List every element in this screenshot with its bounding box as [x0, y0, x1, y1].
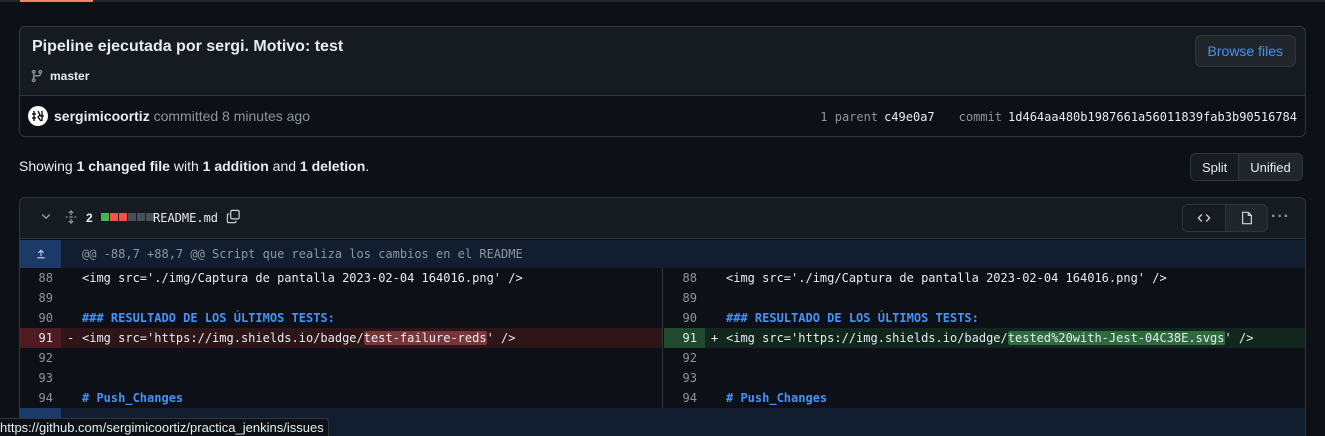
- hunk-header: @@ -88,7 +88,7 @@ Script que realiza los…: [20, 240, 1305, 268]
- chevron-down-icon[interactable]: [40, 210, 52, 225]
- line-number[interactable]: 93: [20, 368, 61, 388]
- line-number[interactable]: 94: [20, 388, 61, 408]
- more-options-icon[interactable]: ···: [1271, 208, 1290, 226]
- top-divider: [0, 0, 1325, 2]
- file-diff: 2 README.md ··· @@ -88,7 +88,7 @@ Script…: [19, 197, 1306, 436]
- git-branch-icon: [31, 69, 43, 83]
- code-view-icon[interactable]: [1183, 205, 1225, 231]
- deleted-word: test-failure-reds: [363, 331, 487, 345]
- hunk-text: @@ -88,7 +88,7 @@ Script que realiza los…: [82, 247, 523, 261]
- summary-and: and: [268, 158, 300, 174]
- line-number[interactable]: 94: [664, 388, 705, 408]
- diffstat-block: [101, 213, 109, 221]
- line-number[interactable]: 88: [664, 268, 705, 288]
- summary-additions: 1 addition: [202, 158, 269, 174]
- code-line: <img src='https://img.shields.io/badge/t…: [726, 328, 1253, 348]
- diff-row: 91- <img src='https://img.shields.io/badg…: [20, 328, 662, 348]
- code-segment: <img src='https://img.shields.io/badge/: [82, 331, 364, 345]
- summary-changed-files[interactable]: 1 changed file: [77, 158, 170, 174]
- line-number[interactable]: 92: [20, 348, 61, 368]
- code-line: <img src='./img/Captura de pantalla 2023…: [82, 271, 523, 285]
- commit-box: Pipeline ejecutada por sergi. Motivo: te…: [19, 26, 1306, 137]
- author-link[interactable]: sergimicoortiz: [54, 108, 150, 124]
- line-number[interactable]: 90: [20, 308, 61, 328]
- parent-sha-link[interactable]: c49e0a7: [884, 110, 935, 124]
- change-count: 2: [86, 211, 93, 225]
- line-number[interactable]: 89: [20, 288, 61, 308]
- branch-name: master: [50, 69, 90, 83]
- diffstat-block: [119, 213, 127, 221]
- line-number[interactable]: 88: [20, 268, 61, 288]
- branch-label[interactable]: master: [30, 69, 89, 83]
- code-line: <img src='https://img.shields.io/badge/t…: [82, 328, 516, 348]
- avatar[interactable]: [28, 106, 48, 126]
- diff-row: 91 + <img src='https://img.shields.io/badg…: [664, 328, 1305, 348]
- unfold-icon[interactable]: [64, 210, 78, 227]
- rich-diff-file-icon[interactable]: [1225, 205, 1267, 231]
- diffstat-bar: [101, 213, 154, 221]
- commit-meta: sergimicoortiz committed 8 minutes ago 1…: [20, 95, 1305, 136]
- addition-marker: +: [711, 331, 719, 345]
- parent-label: 1 parent: [820, 110, 879, 124]
- split-view-button[interactable]: Split: [1191, 154, 1239, 180]
- code-line: ### RESULTADO DE LOS ÚLTIMOS TESTS:: [726, 311, 979, 325]
- diffstat-block: [137, 213, 145, 221]
- expand-up-icon[interactable]: [20, 240, 61, 268]
- diff-row: 94 # Push_Changes: [20, 388, 662, 408]
- diff-row: 93: [664, 368, 1305, 388]
- diffstat-block: [128, 213, 136, 221]
- code-segment: ' />: [486, 331, 516, 345]
- added-word: tested%20with-Jest-04C38E.svgs: [1007, 331, 1225, 345]
- diff-row: 89: [20, 288, 662, 308]
- commit-ids: 1 parent c49e0a7 commit 1d464aa480b19876…: [820, 110, 1297, 124]
- commit-sha: 1d464aa480b1987661a56011839fab3b90516784: [1008, 110, 1297, 124]
- code-line: ### RESULTADO DE LOS ÚLTIMOS TESTS:: [82, 311, 335, 325]
- diff-row: 88 <img src='./img/Captura de pantalla 20…: [664, 268, 1305, 288]
- copy-icon[interactable]: [226, 209, 241, 227]
- code-line: <img src='./img/Captura de pantalla 2023…: [726, 271, 1167, 285]
- avatar-glyph-icon: [32, 110, 44, 122]
- line-number[interactable]: 89: [664, 288, 705, 308]
- summary-prefix: Showing: [19, 158, 77, 174]
- summary-deletions: 1 deletion: [299, 158, 366, 174]
- commit-title: Pipeline ejecutada por sergi. Motivo: te…: [32, 38, 344, 55]
- diff-view-toggle: Split Unified: [1190, 153, 1303, 181]
- diff-row: 90 ### RESULTADO DE LOS ÚLTIMOS TESTS:: [664, 308, 1305, 328]
- diff-row: 90 ### RESULTADO DE LOS ÚLTIMOS TESTS:: [20, 308, 662, 328]
- diff-left-pane: 88 <img src='./img/Captura de pantalla 20…: [20, 268, 663, 408]
- line-number[interactable]: 90: [664, 308, 705, 328]
- commit-time: committed 8 minutes ago: [153, 108, 310, 124]
- browse-files-button[interactable]: Browse files: [1194, 35, 1296, 67]
- view-mode-buttons: [1182, 204, 1268, 232]
- code-segment: ' />: [1224, 331, 1254, 345]
- code-line: # Push_Changes: [726, 391, 828, 405]
- unified-view-button[interactable]: Unified: [1238, 154, 1302, 180]
- summary-suffix: .: [365, 158, 370, 174]
- line-number[interactable]: 92: [664, 348, 705, 368]
- diff-row: 88 <img src='./img/Captura de pantalla 20…: [20, 268, 662, 288]
- code-segment: <img src='https://img.shields.io/badge/: [726, 331, 1008, 345]
- diff-right-pane: 88 <img src='./img/Captura de pantalla 20…: [664, 268, 1305, 408]
- summary-with: with: [169, 158, 203, 174]
- status-bar-url: https://github.com/sergimicoortiz/practi…: [0, 418, 329, 436]
- file-name[interactable]: README.md: [153, 211, 218, 225]
- diff-row: 92: [20, 348, 662, 368]
- diff-row: 93: [20, 368, 662, 388]
- line-number[interactable]: 91: [664, 328, 705, 348]
- line-number[interactable]: 93: [664, 368, 705, 388]
- diffstat-block: [110, 213, 118, 221]
- diff-row: 94 # Push_Changes: [664, 388, 1305, 408]
- deletion-marker: -: [67, 331, 75, 345]
- code-line: # Push_Changes: [82, 391, 184, 405]
- commit-header: Pipeline ejecutada por sergi. Motivo: te…: [20, 27, 1305, 95]
- commit-label: commit: [958, 110, 1003, 124]
- author-line: sergimicoortiz committed 8 minutes ago: [54, 108, 310, 124]
- diff-row: 92: [664, 348, 1305, 368]
- line-number[interactable]: 91: [20, 328, 61, 348]
- file-header: 2 README.md ···: [20, 198, 1305, 239]
- active-tab-indicator: [20, 0, 93, 2]
- diff-summary: Showing 1 changed file with 1 addition a…: [19, 158, 369, 174]
- diff-row: 89: [664, 288, 1305, 308]
